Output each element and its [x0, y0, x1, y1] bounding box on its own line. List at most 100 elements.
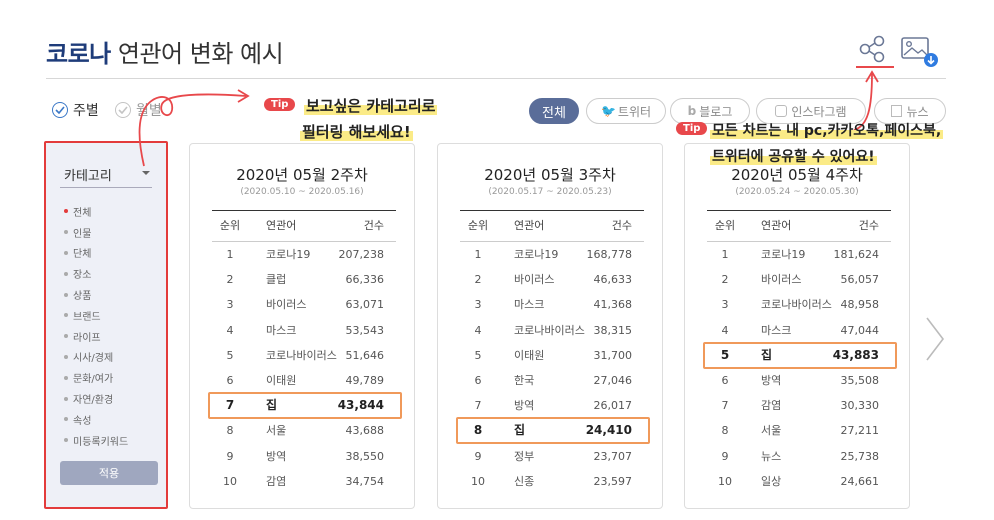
category-item[interactable]: 시사/경제	[64, 347, 128, 368]
rank-cell: 1	[474, 248, 482, 261]
category-sidebar: 카테고리 전체 인물 단체 장소상품브랜드 라이프 시사/경제문화/여가자연/환경속성미등…	[44, 141, 168, 509]
count-cell: 53,543	[345, 323, 385, 337]
term-cell: 방역	[761, 374, 782, 387]
image-download-icon[interactable]	[900, 36, 940, 68]
filter-twitter[interactable]: 🐦 트위터	[586, 98, 666, 124]
weekly-radio[interactable]: 주별	[52, 100, 99, 120]
table-row[interactable]: 8 서울 27,211	[707, 418, 891, 443]
tip2-badge: Tip	[676, 122, 708, 135]
bullet-icon	[64, 417, 68, 422]
instagram-icon	[775, 105, 788, 117]
count-cell: 25,738	[840, 449, 880, 463]
term-cell: 바이러스	[514, 273, 555, 287]
category-item[interactable]: 인물	[64, 222, 128, 243]
rank-cell: 6	[474, 374, 482, 387]
rank-cell: 3	[721, 298, 729, 312]
table-row[interactable]: 9 방역 38,550	[212, 444, 396, 469]
term-cell: 서울	[266, 424, 287, 438]
table-row[interactable]: 2 클럽 66,336	[212, 267, 396, 292]
rank-cell: 5	[226, 348, 234, 362]
rank-header: 순위	[467, 219, 489, 232]
apply-button[interactable]: 적용	[60, 461, 158, 485]
table-row[interactable]: 10 일상 24,661	[707, 469, 891, 494]
count-cell: 51,646	[345, 348, 385, 362]
table-row[interactable]: 1 코로나19 181,624	[707, 242, 891, 267]
count-cell: 24,661	[840, 474, 880, 488]
rank-cell: 7	[474, 399, 482, 413]
next-arrow-icon[interactable]	[924, 316, 946, 362]
table-row[interactable]: 9 뉴스 25,738	[707, 444, 891, 469]
count-cell: 43,688	[345, 424, 385, 438]
term-cell: 정부	[514, 449, 535, 463]
category-item[interactable]: 문화/여가	[64, 367, 128, 388]
count-cell: 66,336	[345, 273, 385, 287]
term-header: 연관어	[514, 219, 545, 232]
bullet-icon	[64, 230, 68, 235]
rank-cell: 10	[223, 474, 237, 488]
bullet-icon	[64, 438, 68, 443]
table-row[interactable]: 3 마스크 41,368	[460, 292, 644, 317]
tip1-text: 보고싶은 카테고리로 필터링 해보세요!	[300, 97, 438, 141]
term-cell: 이태원	[514, 348, 545, 362]
term-cell: 바이러스	[266, 298, 307, 312]
table-row[interactable]: 8 서울 43,688	[212, 418, 396, 443]
table-row[interactable]: 6 한국 27,046	[460, 368, 644, 393]
table-row[interactable]: 10 감염 34,754	[212, 469, 396, 494]
table-row[interactable]: 5 코로나바이러스 51,646	[212, 343, 396, 368]
table-row[interactable]: 7 감염 30,330	[707, 393, 891, 418]
category-item[interactable]: 장소	[64, 263, 128, 284]
term-header: 연관어	[761, 219, 792, 232]
term-cell: 한국	[514, 374, 535, 387]
category-item[interactable]: 자연/환경	[64, 388, 128, 409]
category-item[interactable]: 라이프	[64, 326, 128, 347]
category-item[interactable]: 브랜드	[64, 305, 128, 326]
rank-cell: 1	[226, 248, 234, 261]
count-cell: 38,550	[345, 449, 385, 463]
table-row[interactable]: 2 바이러스 46,633	[460, 267, 644, 292]
table-row[interactable]: 5 이태원 31,700	[460, 343, 644, 368]
table-row[interactable]: 7 방역 26,017	[460, 393, 644, 418]
bullet-icon	[64, 375, 68, 380]
count-cell: 56,057	[840, 273, 880, 287]
bullet-icon	[64, 334, 68, 339]
rank-cell: 9	[226, 449, 234, 463]
category-item[interactable]: 전체	[64, 201, 128, 222]
bullet-icon	[64, 209, 68, 214]
table-row[interactable]: 10 신종 23,597	[460, 469, 644, 494]
category-item[interactable]: 속성	[64, 409, 128, 430]
share-icon[interactable]	[856, 34, 890, 64]
term-cell: 바이러스	[761, 273, 802, 287]
term-cell: 방역	[514, 399, 535, 413]
table-row[interactable]: 3 바이러스 63,071	[212, 292, 396, 317]
category-label: 문화/여가	[73, 374, 114, 386]
term-cell: 방역	[266, 449, 287, 463]
category-item[interactable]: 미등록키워드	[64, 430, 128, 451]
table-row[interactable]: 1 코로나19 207,238	[212, 242, 396, 267]
table-row[interactable]: 1 코로나19 168,778	[460, 242, 644, 267]
category-label: 상품	[73, 291, 92, 303]
rank-cell: 9	[474, 449, 482, 463]
category-label: 속성	[73, 415, 92, 427]
term-cell: 뉴스	[761, 449, 782, 463]
table-row[interactable]: 4 코로나바이러스 38,315	[460, 318, 644, 343]
category-select-label: 카테고리	[64, 169, 112, 184]
category-list: 전체 인물 단체 장소상품브랜드 라이프 시사/경제문화/여가자연/환경속성미등록키워드	[64, 201, 128, 451]
count-cell: 46,633	[593, 273, 633, 287]
table-row[interactable]: 9 정부 23,707	[460, 444, 644, 469]
term-cell: 코로나바이러스	[266, 348, 337, 362]
category-item[interactable]: 단체	[64, 243, 128, 264]
table-row[interactable]: 6 이태원 49,789	[212, 368, 396, 393]
table-row[interactable]: 6 방역 35,508	[707, 368, 891, 393]
card-date-range: (2020.05.24 ~ 2020.05.30)	[735, 187, 859, 197]
category-item[interactable]: 상품	[64, 284, 128, 305]
rank-cell: 4	[226, 323, 234, 337]
table-row[interactable]: 4 마스크 53,543	[212, 318, 396, 343]
highlight-box	[456, 417, 650, 445]
title-rest: 연관어 변화 예시	[110, 40, 284, 68]
table-row[interactable]: 3 코로나바이러스 48,958	[707, 292, 891, 317]
checked-icon	[52, 102, 68, 118]
filter-all[interactable]: 전체	[529, 98, 579, 124]
table-row[interactable]: 2 바이러스 56,057	[707, 267, 891, 292]
bullet-icon	[64, 292, 68, 297]
table-row[interactable]: 4 마스크 47,044	[707, 318, 891, 343]
